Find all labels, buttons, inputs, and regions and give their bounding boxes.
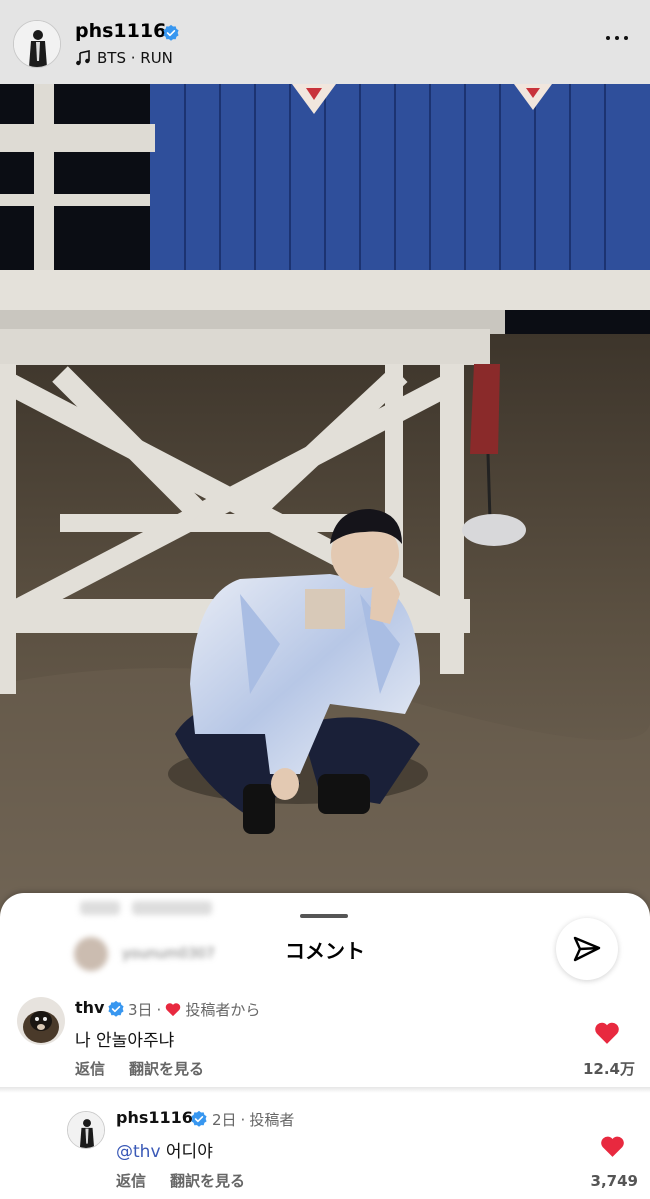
author-tag: 投稿者	[249, 1111, 295, 1129]
comment-meta: 2日 · 投稿者	[212, 1109, 294, 1130]
verified-badge-icon	[191, 1110, 207, 1127]
meta-separator: ·	[156, 1000, 162, 1019]
music-track[interactable]: BTS · RUN	[75, 49, 173, 67]
comment-actions: 返信 翻訳を見る	[116, 1170, 245, 1191]
post-header: phs1116 BTS · RUN	[0, 0, 650, 84]
comment-avatar[interactable]	[67, 1111, 105, 1149]
comment-item: thv 3日 · 投稿者から 나 안놀아주냐 返信 翻訳を見る 12.4万	[0, 991, 650, 1087]
comment-actions: 返信 翻訳を見る	[75, 1058, 204, 1079]
verified-badge-icon	[163, 24, 179, 41]
heart-icon	[166, 1003, 181, 1017]
post-photo[interactable]	[0, 84, 650, 920]
see-translation-button[interactable]: 翻訳を見る	[170, 1170, 245, 1191]
comment-time: 2日	[212, 1111, 237, 1129]
profile-avatar[interactable]	[13, 20, 61, 68]
meta-separator: ·	[240, 1110, 246, 1129]
comments-sheet: younum0307 コメント thv 3日 · 投稿者から 나 안놀아주냐 返…	[0, 893, 650, 1199]
comment-text: @thv 어디야	[116, 1137, 213, 1162]
reply-button[interactable]: 返信	[116, 1170, 146, 1191]
author-liked-label: 投稿者から	[185, 1001, 261, 1019]
mention-link[interactable]: @thv	[116, 1142, 161, 1162]
post-username[interactable]: phs1116	[75, 20, 166, 42]
comment-avatar[interactable]	[17, 997, 65, 1045]
blurred-comment-row	[80, 901, 213, 919]
music-track-label: BTS · RUN	[97, 49, 173, 67]
see-translation-button[interactable]: 翻訳を見る	[129, 1058, 204, 1079]
comment-username[interactable]: thv	[75, 998, 104, 1017]
send-icon	[573, 936, 601, 962]
reply-button[interactable]: 返信	[75, 1058, 105, 1079]
like-heart-icon[interactable]	[594, 1021, 620, 1045]
like-count: 3,749	[590, 1172, 638, 1190]
share-button[interactable]	[556, 918, 618, 980]
drag-handle[interactable]	[300, 914, 348, 918]
like-count: 12.4万	[582, 1060, 635, 1078]
comment-meta: 3日 · 投稿者から	[128, 999, 260, 1020]
verified-badge-icon	[108, 1000, 124, 1017]
like-heart-icon[interactable]	[600, 1135, 625, 1158]
comment-body: 어디야	[165, 1142, 213, 1162]
comments-title: コメント	[285, 939, 365, 963]
comment-reply-item: phs1116 2日 · 投稿者 @thv 어디야 返信 翻訳を見る 3,749	[0, 1093, 650, 1199]
comment-time: 3日	[128, 1001, 153, 1019]
music-note-icon	[76, 50, 90, 66]
comment-username[interactable]: phs1116	[116, 1108, 193, 1127]
comment-text: 나 안놀아주냐	[75, 1031, 175, 1051]
more-options-icon[interactable]	[606, 36, 628, 40]
